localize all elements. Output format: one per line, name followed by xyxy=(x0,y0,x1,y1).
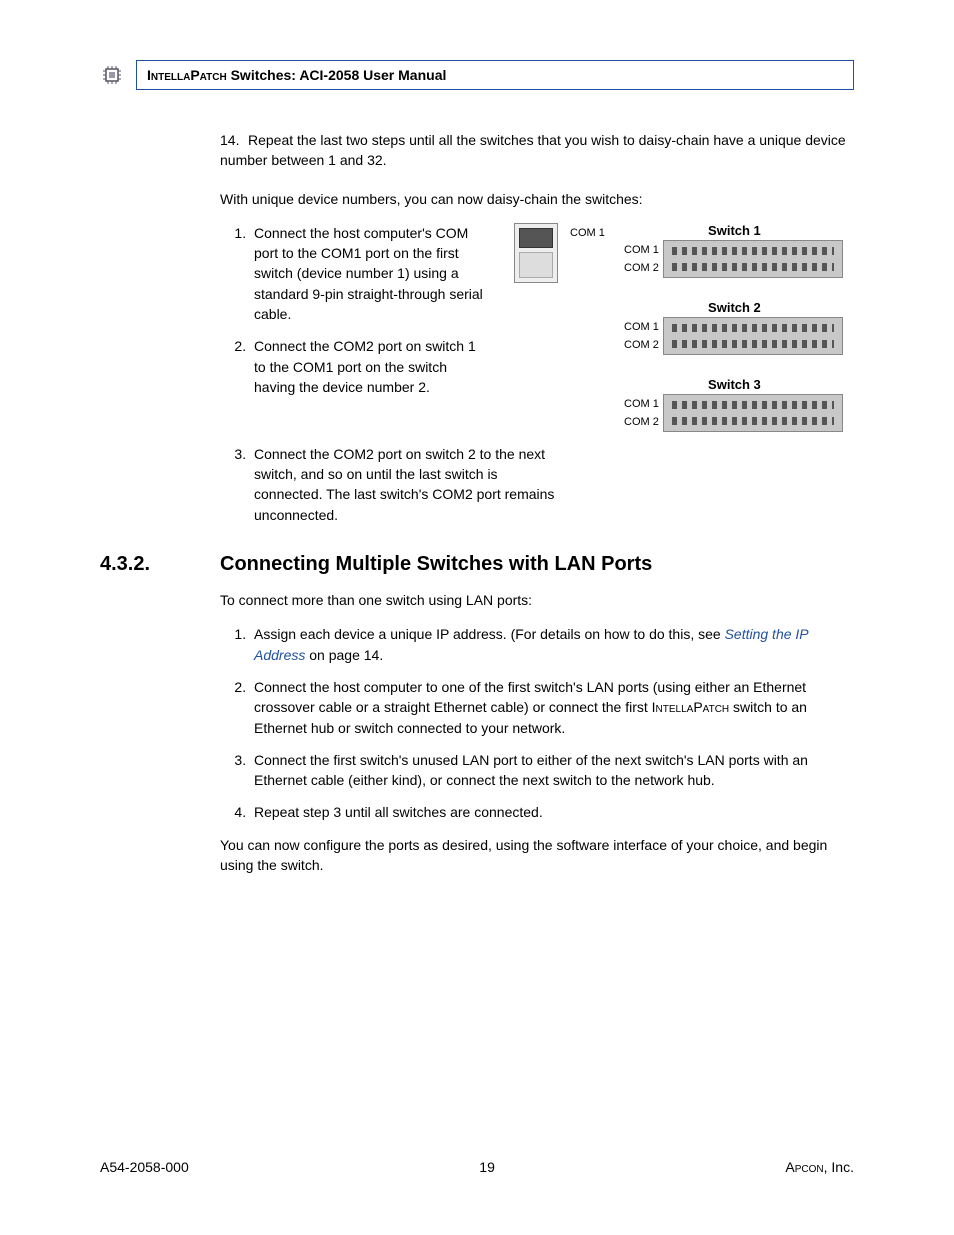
lan-step-1: Assign each device a unique IP address. … xyxy=(250,624,854,665)
sw1-com1: COM 1 xyxy=(615,241,659,259)
sw3-com1: COM 1 xyxy=(615,395,659,413)
lan-step-2: Connect the host computer to one of the … xyxy=(250,677,854,738)
switch3-box xyxy=(663,394,843,432)
page-header: IntellaPatch Switches: ACI-2058 User Man… xyxy=(100,60,854,90)
pc-com1-label: COM 1 xyxy=(570,227,605,239)
footer-page-number: 19 xyxy=(479,1159,495,1175)
section-heading: 4.3.2. Connecting Multiple Switches with… xyxy=(100,553,854,576)
step-14: 14.Repeat the last two steps until all t… xyxy=(220,130,854,171)
chain-step3-list: Connect the COM2 port on switch 2 to the… xyxy=(220,444,555,525)
step-14-text: Repeat the last two steps until all the … xyxy=(220,132,846,168)
section-title: Connecting Multiple Switches with LAN Po… xyxy=(220,553,652,576)
footer-right: Apcon, Inc. xyxy=(785,1159,854,1175)
sw1-com2: COM 2 xyxy=(615,259,659,277)
chip-icon xyxy=(100,63,124,87)
lan-step-2sc: IntellaPatch xyxy=(652,699,730,715)
chain-step-1: Connect the host computer's COM port to … xyxy=(250,223,490,324)
lan-intro: To connect more than one switch using LA… xyxy=(220,590,854,610)
lan-steps-list: Assign each device a unique IP address. … xyxy=(220,624,854,822)
switch1-label: Switch 1 xyxy=(615,223,854,238)
sw2-com1: COM 1 xyxy=(615,318,659,336)
switch1-box xyxy=(663,240,843,278)
sw2-com2: COM 2 xyxy=(615,336,659,354)
lan-step-4: Repeat step 3 until all switches are con… xyxy=(250,802,854,822)
lan-step-1a: Assign each device a unique IP address. … xyxy=(254,626,725,642)
chain-steps-list: Connect the host computer's COM port to … xyxy=(220,223,490,397)
step-14-num: 14. xyxy=(220,130,248,150)
page-footer: A54-2058-000 19 Apcon, Inc. xyxy=(100,1159,854,1175)
switch2-box xyxy=(663,317,843,355)
switch3-label: Switch 3 xyxy=(615,377,854,392)
switch2-label: Switch 2 xyxy=(615,300,854,315)
sw3-com2: COM 2 xyxy=(615,413,659,431)
chain-step-3: Connect the COM2 port on switch 2 to the… xyxy=(250,444,555,525)
chain-step-2: Connect the COM2 port on switch 1 to the… xyxy=(250,336,490,397)
header-rest: Switches: ACI-2058 User Manual xyxy=(227,67,447,83)
chain-intro: With unique device numbers, you can now … xyxy=(220,189,854,209)
section-number: 4.3.2. xyxy=(100,553,220,576)
header-brand: IntellaPatch xyxy=(147,67,227,83)
footer-left: A54-2058-000 xyxy=(100,1159,189,1175)
host-computer-icon xyxy=(514,223,558,283)
lan-step-1b: on page 14. xyxy=(305,647,383,663)
lan-step-3: Connect the first switch's unused LAN po… xyxy=(250,750,854,791)
header-title-box: IntellaPatch Switches: ACI-2058 User Man… xyxy=(136,60,854,90)
daisy-chain-diagram: COM 1 Switch 1 COM 1 COM 2 xyxy=(514,223,854,432)
closing-para: You can now configure the ports as desir… xyxy=(220,835,854,876)
